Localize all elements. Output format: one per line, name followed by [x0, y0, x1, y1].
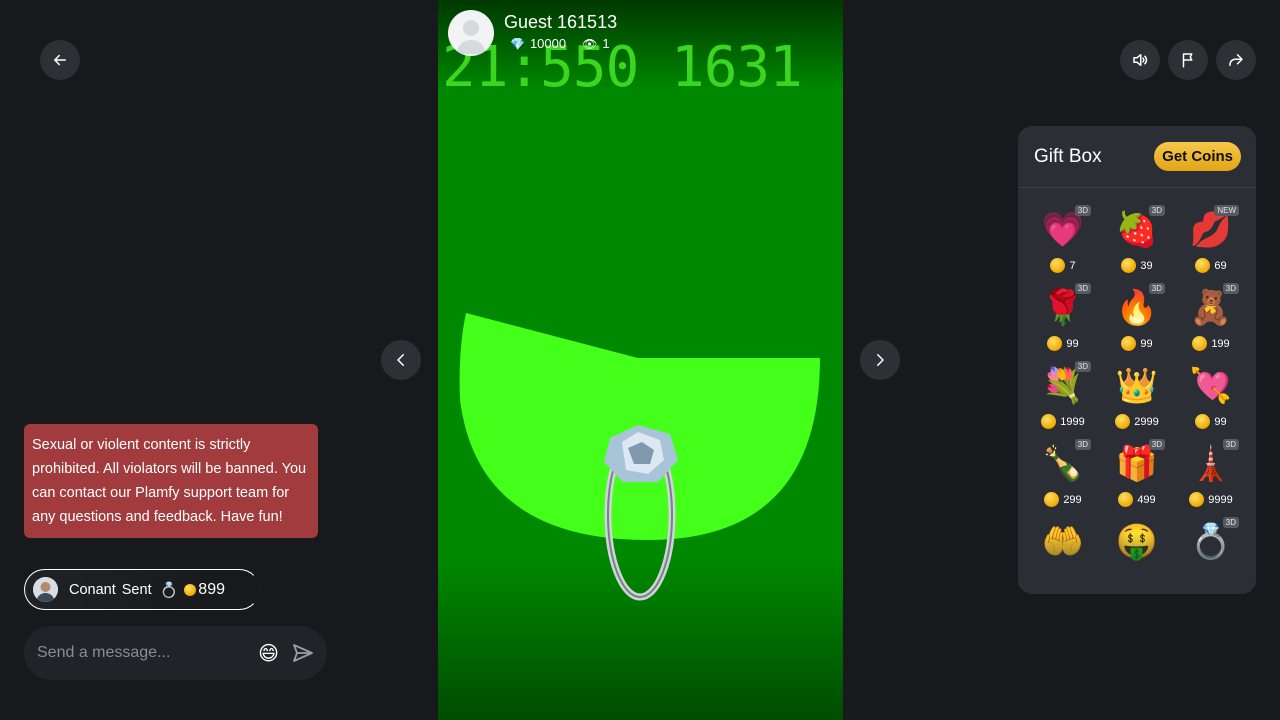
gift-item-diamond-ring[interactable]: 💍 3D [1174, 512, 1248, 590]
share-button[interactable] [1216, 40, 1256, 80]
coin-icon [1041, 414, 1057, 429]
emoji-icon[interactable]: 😄 [258, 641, 279, 666]
gift-item-champagne[interactable]: 🍾 3D 299 [1026, 434, 1100, 512]
gift-item-lips[interactable]: 💋 NEW 69 [1174, 200, 1248, 278]
diamond-count: 10000 [529, 36, 567, 51]
gift-badge: 3D [1222, 517, 1239, 528]
coin-icon [1047, 336, 1063, 351]
gift-badge: 3D [1148, 439, 1165, 450]
user-avatar-icon [33, 577, 58, 602]
money-face-icon: 🤑 [1115, 523, 1159, 561]
sender-name[interactable]: Conant [69, 582, 116, 598]
gift-item-hand-money[interactable]: 🤲 [1026, 512, 1100, 590]
hand-money-icon: 🤲 [1041, 523, 1085, 561]
gift-grid: 💗 3D 7 🍓 3D 39 💋 NEW 69 🌹 3D 99 🔥 3D 99 🧸 3D 199 💐 3D 1999 👑 2… [1026, 200, 1248, 590]
default-avatar-icon [456, 20, 486, 54]
share-icon [1229, 54, 1243, 66]
gift-item-follow-me-heart[interactable]: 💗 3D 7 [1026, 200, 1100, 278]
sound-button[interactable] [1120, 40, 1160, 80]
gift-item-chocolate-strawberry[interactable]: 🍓 3D 39 [1100, 200, 1174, 278]
chevron-right-icon [877, 354, 884, 366]
gift-badge: 3D [1074, 439, 1091, 450]
coin-icon [1121, 336, 1137, 351]
moderation-notice: Sexual or violent content is strictly pr… [24, 424, 318, 538]
gift-amount: 899 [198, 580, 225, 598]
gift-item-tiara[interactable]: 👑 2999 [1100, 356, 1174, 434]
gift-item-eiffel-tower[interactable]: 🗼 3D 9999 [1174, 434, 1248, 512]
gift-price: 299 [1063, 493, 1082, 506]
gift-price: 1999 [1060, 415, 1085, 428]
gift-box-panel: Gift Box Get Coins 💗 3D 7 🍓 3D 39 💋 NEW 69 🌹 3D 99 🔥… [1018, 126, 1256, 594]
gift-item-fire[interactable]: 🔥 3D 99 [1100, 278, 1174, 356]
message-composer: 😄 [24, 626, 327, 680]
host-name: Guest 161513 [504, 12, 618, 32]
report-button[interactable] [1168, 40, 1208, 80]
gift-badge: 3D [1074, 205, 1091, 216]
gift-item-love-you-bear[interactable]: 🧸 3D 199 [1174, 278, 1248, 356]
speaker-icon [1133, 54, 1148, 66]
gift-item-heart-arrow[interactable]: 💘 99 [1174, 356, 1248, 434]
gift-price: 39 [1140, 259, 1153, 272]
ring-icon: 💍 [159, 581, 179, 599]
tiara-icon: 👑 [1115, 367, 1159, 405]
gift-price: 199 [1211, 337, 1230, 350]
gift-badge: 3D [1074, 283, 1091, 294]
avatar[interactable] [33, 577, 58, 602]
coin-icon [1192, 336, 1208, 351]
gift-box-title: Gift Box [1034, 145, 1102, 167]
back-button[interactable] [40, 40, 80, 80]
gift-sent-message: Conant Sent 💍 899 [24, 569, 260, 610]
gift-item-rose-bouquet[interactable]: 💐 3D 1999 [1026, 356, 1100, 434]
host-info: Guest 161513 💎 10000 👁 1 [448, 10, 626, 56]
coin-icon [1121, 258, 1137, 273]
gift-price: 99 [1214, 415, 1227, 428]
viewer-count: 1 [602, 36, 610, 51]
gift-price: 9999 [1208, 493, 1233, 506]
gift-badge: 3D [1148, 205, 1165, 216]
gift-price: 499 [1137, 493, 1156, 506]
ring-gift-animation [604, 425, 678, 601]
chevron-left-icon [397, 354, 404, 366]
gift-badge: 3D [1148, 283, 1165, 294]
gift-badge: 3D [1222, 439, 1239, 450]
previous-stream-button[interactable] [381, 340, 421, 380]
coin-icon [1044, 492, 1060, 507]
send-icon[interactable] [291, 641, 315, 665]
gift-item-chocolate-box[interactable]: 🎁 3D 499 [1100, 434, 1174, 512]
message-input[interactable] [37, 644, 259, 662]
eye-icon: 👁 [582, 36, 598, 51]
diamond-icon: 💎 [510, 36, 525, 51]
host-avatar[interactable] [448, 10, 494, 56]
coin-icon [1195, 414, 1211, 429]
flag-icon [1182, 53, 1193, 68]
gift-price: 99 [1140, 337, 1153, 350]
get-coins-button[interactable]: Get Coins [1154, 142, 1241, 171]
coin-icon [1050, 258, 1066, 273]
gift-price: 2999 [1134, 415, 1159, 428]
gift-price: 7 [1069, 259, 1076, 272]
gift-item-rose[interactable]: 🌹 3D 99 [1026, 278, 1100, 356]
heart-arrow-icon: 💘 [1189, 367, 1233, 405]
arrow-left-icon [54, 54, 66, 66]
coin-icon [1189, 492, 1205, 507]
coin-icon [1195, 258, 1211, 273]
live-stream-video[interactable]: 21:550 1631 [438, 0, 843, 720]
gift-badge: NEW [1214, 205, 1239, 216]
coin-icon [1115, 414, 1131, 429]
gift-item-money-face[interactable]: 🤑 [1100, 512, 1174, 590]
gift-price: 69 [1214, 259, 1227, 272]
coin-icon [1118, 492, 1134, 507]
next-stream-button[interactable] [860, 340, 900, 380]
sent-verb: Sent [121, 581, 152, 598]
gift-badge: 3D [1222, 283, 1239, 294]
coin-icon [184, 583, 197, 596]
gift-price: 99 [1066, 337, 1079, 350]
gift-badge: 3D [1074, 361, 1091, 372]
